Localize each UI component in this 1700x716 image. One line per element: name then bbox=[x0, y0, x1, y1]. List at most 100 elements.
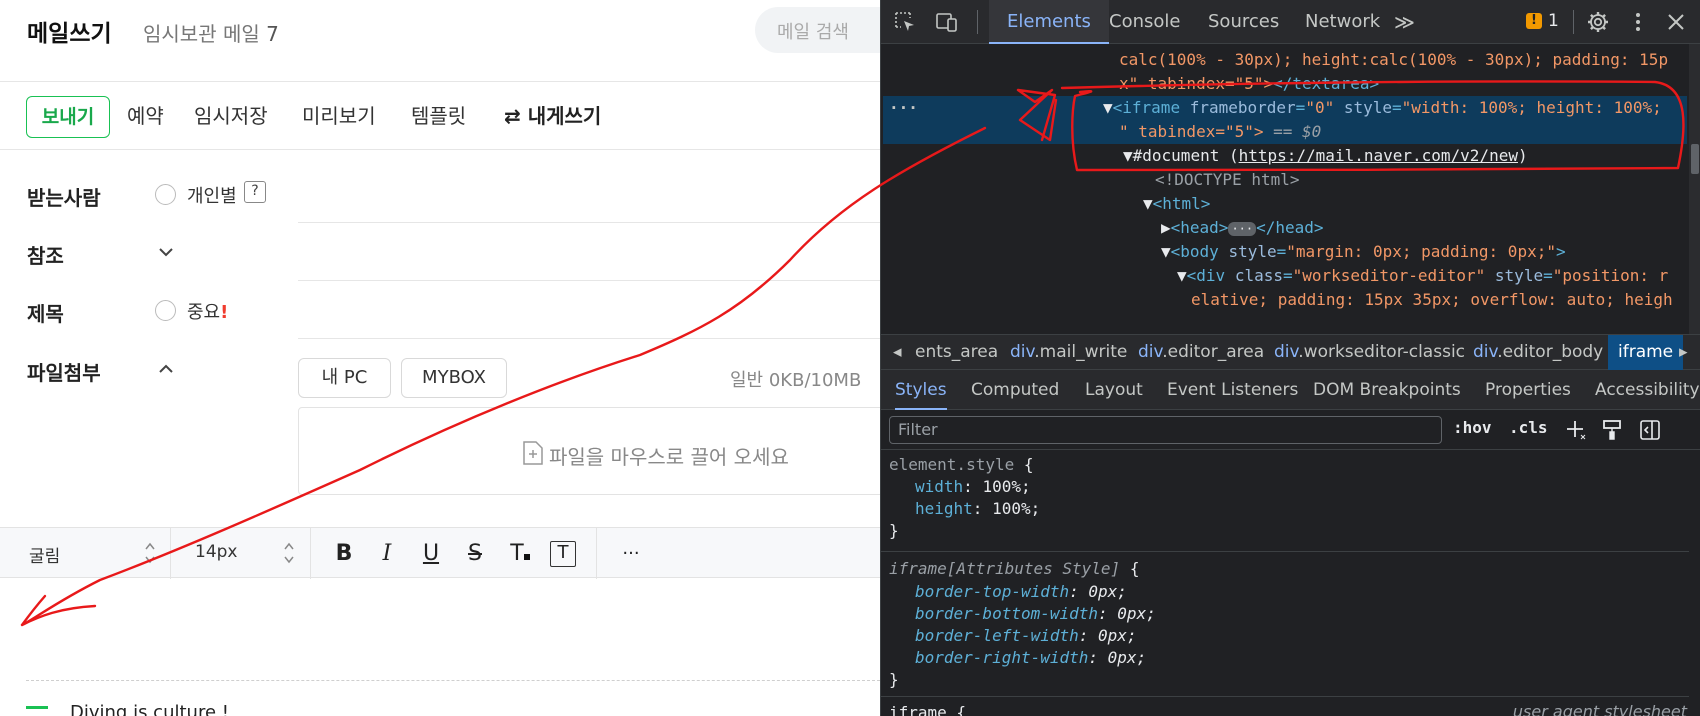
breadcrumb: ◂ ents_area div.mail_write div.editor_ar… bbox=[881, 334, 1700, 370]
dom-line-body[interactable]: ▼<body style="margin: 0px; padding: 0px;… bbox=[1161, 240, 1566, 264]
dom-tree: calc(100% - 30px); height:calc(100% - 30… bbox=[881, 44, 1700, 334]
breadcrumb-item[interactable]: ents_area bbox=[915, 335, 998, 370]
dom-line-document[interactable]: ▼#document (https://mail.naver.com/v2/ne… bbox=[1123, 144, 1528, 168]
important-mark: ! bbox=[220, 302, 229, 323]
style-property[interactable]: border-right-width: 0px; bbox=[915, 647, 1146, 669]
new-style-rule-icon[interactable] bbox=[1565, 419, 1587, 441]
tab-properties[interactable]: Properties bbox=[1485, 370, 1571, 410]
breadcrumb-item[interactable]: div.mail_write bbox=[1010, 335, 1127, 370]
subject-input[interactable] bbox=[298, 338, 880, 339]
italic-icon[interactable]: I bbox=[374, 541, 400, 567]
document-url-link[interactable]: https://mail.naver.com/v2/new bbox=[1239, 146, 1518, 165]
dom-line-doctype[interactable]: <!DOCTYPE html> bbox=[1155, 168, 1300, 192]
dom-line-div[interactable]: ▼<div class="workseditor-editor" style="… bbox=[1177, 264, 1668, 288]
issues-badge[interactable]: ! 1 bbox=[1526, 11, 1559, 33]
bold-icon[interactable]: B bbox=[331, 541, 357, 567]
tab-sources[interactable]: Sources bbox=[1208, 0, 1279, 44]
style-property[interactable]: border-bottom-width: 0px; bbox=[915, 603, 1156, 625]
node-actions-icon[interactable]: ··· bbox=[889, 96, 918, 120]
toggle-sidebar-icon[interactable] bbox=[1639, 419, 1661, 441]
settings-gear-icon[interactable] bbox=[1586, 10, 1610, 34]
tab-styles[interactable]: Styles bbox=[895, 370, 947, 410]
attach-size: 일반 0KB/10MB bbox=[730, 370, 862, 391]
dom-line-head[interactable]: ▶<head> ··· </head> bbox=[1161, 216, 1324, 240]
cc-label: 참조 bbox=[27, 244, 64, 268]
editor-body[interactable] bbox=[0, 579, 880, 716]
font-spinner-icon[interactable] bbox=[143, 539, 157, 567]
my-pc-button[interactable]: 내 PC bbox=[298, 358, 391, 398]
dom-scrollbar-thumb[interactable] bbox=[1691, 144, 1699, 174]
mybox-button[interactable]: MYBOX bbox=[401, 358, 507, 398]
dom-line-iframe[interactable]: ▼<iframe frameborder="0" style="width: 1… bbox=[1103, 96, 1662, 120]
font-size-select[interactable]: 14px bbox=[195, 542, 237, 562]
styles-pane: element.style { width: 100%; height: 100… bbox=[881, 450, 1700, 716]
help-icon[interactable]: ? bbox=[244, 181, 266, 203]
send-button[interactable]: 보내기 bbox=[26, 96, 110, 138]
more-tabs-icon[interactable]: ≫ bbox=[1394, 0, 1415, 44]
styles-filter-input[interactable]: Filter bbox=[889, 416, 1442, 444]
subject-row: 제목 중요! bbox=[0, 281, 880, 339]
style-property[interactable]: border-top-width: 0px; bbox=[915, 581, 1127, 603]
swap-arrows-icon: ⇄ bbox=[504, 104, 521, 128]
file-drop-zone[interactable]: 파일을 마우스로 끌어 오세요 bbox=[298, 407, 880, 495]
style-rule-selector[interactable]: element.style { bbox=[889, 454, 1034, 476]
individual-checkbox[interactable] bbox=[155, 184, 176, 205]
tab-network[interactable]: Network bbox=[1305, 0, 1380, 44]
breadcrumb-item-active[interactable]: iframe bbox=[1608, 335, 1684, 370]
breadcrumb-forward-icon[interactable]: ▸ bbox=[1679, 335, 1688, 370]
style-property[interactable]: height: 100%; bbox=[915, 498, 1040, 520]
style-property[interactable]: border-left-width: 0px; bbox=[915, 625, 1137, 647]
breadcrumb-item[interactable]: div.editor_body bbox=[1473, 335, 1603, 370]
close-icon[interactable] bbox=[1664, 10, 1688, 34]
more-options-icon[interactable] bbox=[1626, 10, 1650, 34]
drafts-link[interactable]: 임시보관 메일 7 bbox=[143, 18, 279, 47]
text-background-icon[interactable]: T bbox=[550, 541, 576, 567]
tab-layout[interactable]: Layout bbox=[1085, 370, 1143, 410]
dom-line[interactable]: x" tabindex="5"></textarea> bbox=[1119, 72, 1379, 96]
write-to-self-button[interactable]: ⇄ 내게쓰기 bbox=[504, 82, 601, 150]
breadcrumb-back-icon[interactable]: ◂ bbox=[893, 335, 902, 370]
strikethrough-icon[interactable]: S bbox=[462, 541, 488, 567]
dom-line-div-cont[interactable]: elative; padding: 15px 35px; overflow: a… bbox=[1191, 288, 1673, 312]
tab-elements[interactable]: Elements bbox=[989, 0, 1109, 44]
recipients-label: 받는사람 bbox=[27, 186, 101, 210]
class-toggle[interactable]: .cls bbox=[1509, 418, 1548, 437]
preview-button[interactable]: 미리보기 bbox=[302, 82, 376, 150]
style-property[interactable]: width: 100%; bbox=[915, 476, 1031, 498]
style-rule-divider bbox=[881, 551, 1689, 552]
chevron-down-icon[interactable] bbox=[155, 241, 177, 263]
save-draft-button[interactable]: 임시저장 bbox=[194, 82, 268, 150]
template-button[interactable]: 템플릿 bbox=[411, 82, 466, 150]
chevron-up-icon[interactable] bbox=[155, 358, 177, 380]
text-color-icon[interactable]: T bbox=[507, 541, 533, 567]
breadcrumb-item[interactable]: div.editor_area bbox=[1138, 335, 1264, 370]
attach-label: 파일첨부 bbox=[27, 361, 101, 385]
tab-dom-breakpoints[interactable]: DOM Breakpoints bbox=[1313, 370, 1461, 410]
mail-search-input[interactable]: 메일 검색 bbox=[755, 7, 880, 53]
inspect-element-icon[interactable] bbox=[893, 10, 917, 34]
important-checkbox[interactable] bbox=[155, 300, 176, 321]
more-icon[interactable]: ··· bbox=[618, 541, 644, 567]
style-rule-selector[interactable]: iframe[Attributes Style] { bbox=[889, 558, 1139, 580]
dom-line-html[interactable]: ▼<html> bbox=[1143, 192, 1210, 216]
size-spinner-icon[interactable] bbox=[282, 539, 296, 567]
tab-computed[interactable]: Computed bbox=[971, 370, 1059, 410]
tab-event-listeners[interactable]: Event Listeners bbox=[1167, 370, 1298, 410]
important-text: 중요 bbox=[187, 302, 221, 323]
font-select[interactable]: 굴림 bbox=[29, 542, 60, 567]
style-rule-selector[interactable]: iframe { bbox=[889, 702, 966, 716]
underline-icon[interactable]: U bbox=[418, 541, 444, 567]
device-toolbar-icon[interactable] bbox=[935, 10, 959, 34]
dom-line-iframe-cont[interactable]: " tabindex="5"> == $0 bbox=[1119, 120, 1321, 144]
body-text: Diving is culture ! bbox=[70, 702, 229, 716]
paint-brush-icon[interactable] bbox=[1601, 419, 1623, 441]
hover-state-toggle[interactable]: :hov bbox=[1453, 418, 1492, 437]
breadcrumb-item[interactable]: div.workseditor-classic bbox=[1274, 335, 1465, 370]
schedule-button[interactable]: 예약 bbox=[127, 82, 164, 150]
user-agent-stylesheet-label: user agent stylesheet bbox=[1512, 702, 1687, 716]
dom-line[interactable]: calc(100% - 30px); height:calc(100% - 30… bbox=[1119, 48, 1668, 72]
tab-accessibility[interactable]: Accessibility bbox=[1595, 370, 1700, 410]
tab-console[interactable]: Console bbox=[1109, 0, 1180, 44]
devtools-panel: Elements Console Sources Network ≫ ! 1 ca… bbox=[880, 0, 1700, 716]
dom-scrollbar[interactable] bbox=[1689, 44, 1700, 334]
